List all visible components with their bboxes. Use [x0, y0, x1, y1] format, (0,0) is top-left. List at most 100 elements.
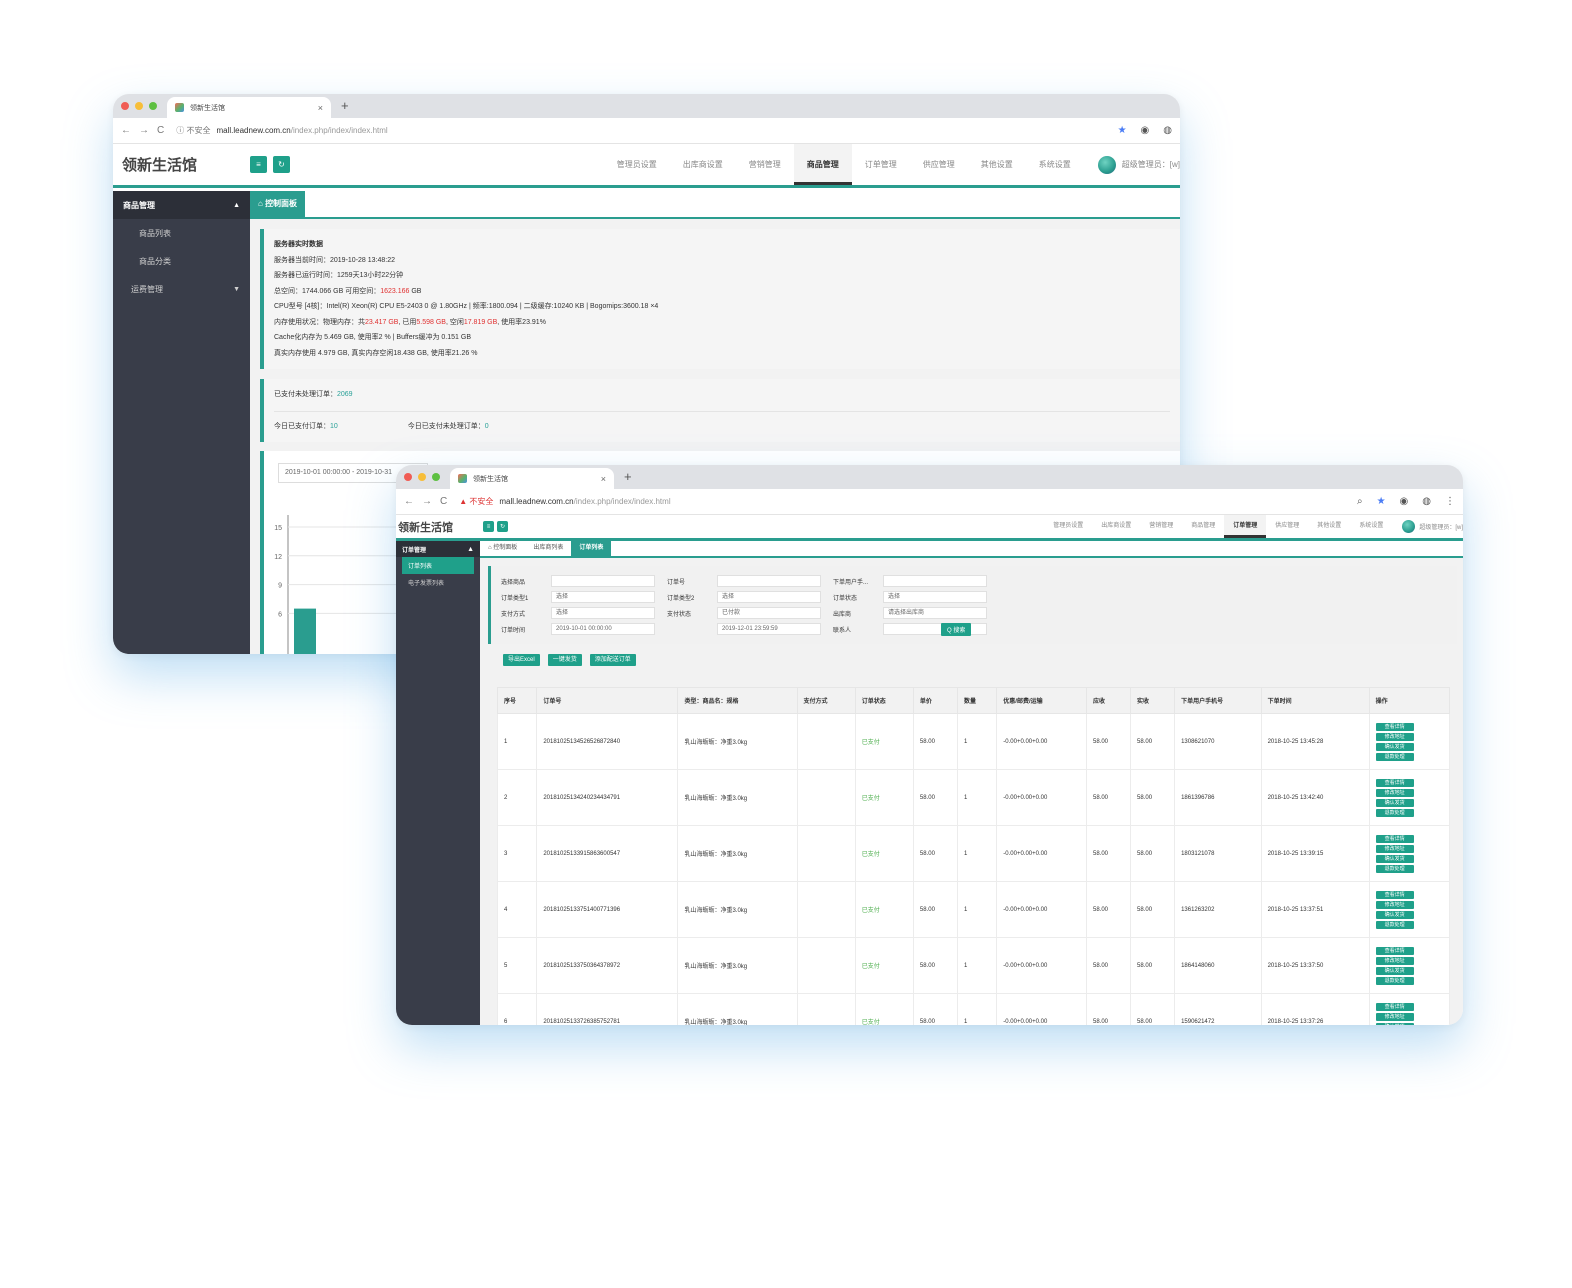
filter-input[interactable]: 选择: [551, 607, 655, 619]
toggle-sidebar-button[interactable]: ≡: [250, 156, 267, 173]
extension-icon[interactable]: ◉: [1141, 125, 1150, 136]
row-action-button[interactable]: 退款处理: [1375, 808, 1414, 817]
row-action-button[interactable]: 确认发货: [1375, 966, 1414, 975]
top-menu-item[interactable]: 订单管理: [852, 144, 910, 185]
profile-icon[interactable]: ◍: [1163, 125, 1172, 136]
row-action-button[interactable]: 确认发货: [1375, 798, 1414, 807]
top-menu-item[interactable]: 其他设置: [968, 144, 1026, 185]
top-menu-item[interactable]: 商品管理: [1182, 515, 1224, 538]
avatar[interactable]: [1402, 520, 1416, 533]
sidebar-item-product-list[interactable]: 商品列表: [113, 219, 250, 247]
filter-input[interactable]: [883, 575, 987, 587]
profile-icon[interactable]: ◍: [1422, 496, 1431, 507]
close-tab-icon[interactable]: ×: [318, 103, 323, 113]
filter-input[interactable]: 2019-12-01 23:59:59: [717, 623, 821, 635]
filter-input[interactable]: 请选择出库商: [883, 607, 987, 619]
top-menu-item[interactable]: 出库商设置: [670, 144, 736, 185]
row-action-button[interactable]: 查看详情: [1375, 946, 1414, 955]
url-field[interactable]: mall.leadnew.com.cn/index.php/index/inde…: [499, 497, 670, 506]
top-menu-item[interactable]: 管理员设置: [1044, 515, 1092, 538]
sidebar-item-product-category[interactable]: 商品分类: [113, 247, 250, 275]
filter-input[interactable]: 选择: [717, 591, 821, 603]
chart-bar[interactable]: [294, 608, 316, 654]
filter-input[interactable]: [551, 575, 655, 587]
filter-input[interactable]: 2019-10-01 00:00:00: [551, 623, 655, 635]
top-menu-item[interactable]: 商品管理: [793, 144, 852, 185]
row-action-button[interactable]: 退款处理: [1375, 976, 1414, 985]
table-header-cell[interactable]: 序号: [496, 687, 538, 714]
top-menu-item[interactable]: 订单管理: [1224, 515, 1267, 538]
row-action-button[interactable]: 查看详情: [1375, 722, 1414, 731]
close-tab-icon[interactable]: ×: [601, 474, 606, 484]
top-menu-item[interactable]: 管理员设置: [604, 144, 670, 185]
close-window-dot[interactable]: [121, 102, 129, 110]
top-menu-item[interactable]: 供应管理: [1266, 515, 1308, 538]
nav-buttons[interactable]: ←→C: [121, 125, 172, 136]
row-action-button[interactable]: 查看详情: [1375, 1002, 1414, 1011]
row-action-button[interactable]: 退款处理: [1375, 752, 1414, 761]
bookmark-star-icon[interactable]: ★: [1118, 125, 1127, 136]
minimize-window-dot[interactable]: [418, 473, 426, 481]
avatar[interactable]: [1097, 155, 1116, 174]
table-header-cell[interactable]: 支付方式: [796, 687, 856, 714]
row-action-button[interactable]: 查看详情: [1375, 890, 1414, 899]
url-field[interactable]: mall.leadnew.com.cn/index.php/index/inde…: [216, 126, 387, 135]
more-menu-icon[interactable]: ⋮: [1445, 496, 1455, 507]
row-action-button[interactable]: 查看详情: [1375, 834, 1414, 843]
new-tab-button[interactable]: +: [341, 98, 349, 113]
table-header-cell[interactable]: 类型：商品名：规格: [677, 687, 798, 714]
maximize-window-dot[interactable]: [432, 473, 440, 481]
filter-input[interactable]: 选择: [551, 591, 655, 603]
refresh-button[interactable]: ↻: [273, 156, 290, 173]
row-action-button[interactable]: 退款处理: [1375, 864, 1414, 873]
add-delivery-order-button[interactable]: 添加配送订单: [589, 654, 636, 666]
sidebar-group-shipping[interactable]: 运费管理 ▼: [113, 275, 250, 303]
sidebar-item-order-list[interactable]: 订单列表: [402, 557, 474, 574]
tab-supplier-list[interactable]: 出库商列表: [525, 541, 571, 556]
filter-input[interactable]: 选择: [883, 591, 987, 603]
top-menu-item[interactable]: 供应管理: [910, 144, 968, 185]
row-action-button[interactable]: 修改地址: [1375, 788, 1414, 797]
refresh-button[interactable]: ↻: [497, 521, 508, 532]
extension-icon[interactable]: ◉: [1400, 496, 1409, 507]
table-header-cell[interactable]: 实收: [1130, 687, 1176, 714]
table-header-cell[interactable]: 数量: [956, 687, 998, 714]
row-action-button[interactable]: 修改地址: [1375, 1012, 1414, 1021]
row-action-button[interactable]: 确认发货: [1375, 1022, 1414, 1025]
row-action-button[interactable]: 修改地址: [1375, 956, 1414, 965]
table-header-cell[interactable]: 下单用户手机号: [1174, 687, 1262, 714]
new-tab-button[interactable]: +: [624, 469, 632, 484]
table-header-cell[interactable]: 下单时间: [1260, 687, 1370, 714]
bookmark-star-icon[interactable]: ★: [1377, 496, 1386, 507]
table-header-cell[interactable]: 应收: [1085, 687, 1132, 714]
row-action-button[interactable]: 修改地址: [1375, 900, 1414, 909]
top-menu-item[interactable]: 营销管理: [1140, 515, 1182, 538]
sidebar-item-invoice-list[interactable]: 电子发票列表: [396, 574, 480, 591]
tab-dashboard[interactable]: ⌂ 控制面板: [480, 541, 525, 556]
row-action-button[interactable]: 退款处理: [1375, 920, 1414, 929]
security-indicator[interactable]: ⓘ 不安全: [176, 125, 210, 136]
row-action-button[interactable]: 确认发货: [1375, 910, 1414, 919]
sidebar-head-orders[interactable]: 订单管理 ▲: [396, 541, 480, 557]
table-header-cell[interactable]: 订单号: [536, 687, 679, 714]
table-header-cell[interactable]: 订单状态: [854, 687, 914, 714]
row-action-button[interactable]: 确认发货: [1375, 854, 1414, 863]
toggle-sidebar-button[interactable]: ≡: [483, 521, 494, 532]
row-action-button[interactable]: 确认发货: [1375, 742, 1414, 751]
top-menu-item[interactable]: 系统设置: [1350, 515, 1392, 538]
tab-dashboard[interactable]: ⌂ 控制面板: [250, 191, 306, 217]
top-menu-item[interactable]: 营销管理: [736, 144, 794, 185]
user-name[interactable]: 超级管理员：[w]: [1122, 159, 1180, 170]
row-action-button[interactable]: 修改地址: [1375, 732, 1414, 741]
table-header-cell[interactable]: 单价: [912, 687, 958, 714]
row-action-button[interactable]: 查看详情: [1375, 778, 1414, 787]
security-warning[interactable]: ▲ 不安全: [459, 496, 493, 507]
minimize-window-dot[interactable]: [135, 102, 143, 110]
browser-tab[interactable]: 领新生活馆 ×: [450, 468, 614, 489]
nav-buttons[interactable]: ←→C: [404, 496, 455, 507]
row-action-button[interactable]: 修改地址: [1375, 844, 1414, 853]
maximize-window-dot[interactable]: [149, 102, 157, 110]
filter-input[interactable]: [717, 575, 821, 587]
search-icon[interactable]: ⌕: [1357, 496, 1363, 507]
table-header-cell[interactable]: 优惠/邮费/运输: [996, 687, 1087, 714]
